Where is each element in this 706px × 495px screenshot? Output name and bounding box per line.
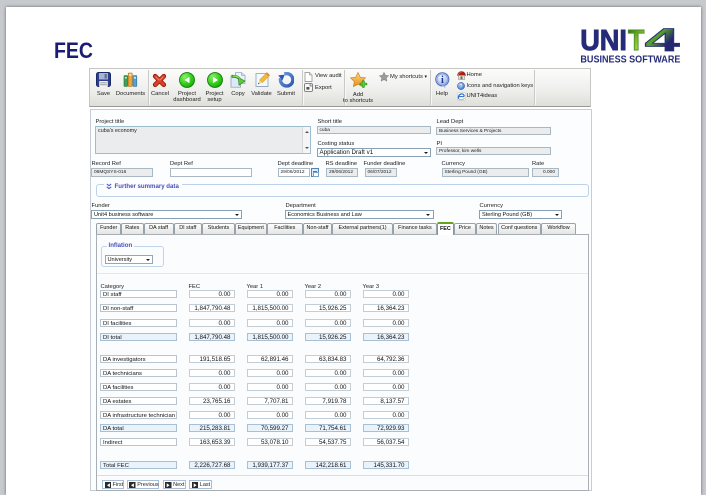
svg-text:i: i (441, 74, 444, 85)
svg-text:UNI: UNI (580, 25, 627, 57)
svg-text:4: 4 (645, 22, 680, 58)
svg-text:BUSINESS SOFTWARE: BUSINESS SOFTWARE (580, 55, 680, 66)
svg-text:?: ? (460, 84, 463, 90)
svg-text:T: T (628, 25, 645, 57)
